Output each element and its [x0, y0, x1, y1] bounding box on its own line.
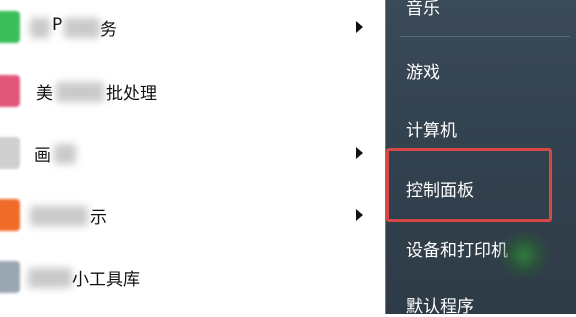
program-item-3[interactable]: 画	[0, 128, 385, 178]
program-app-icon	[0, 11, 20, 43]
blurred-text	[56, 82, 104, 102]
program-app-icon	[0, 75, 20, 107]
blurred-text	[64, 18, 100, 38]
program-app-icon	[0, 199, 20, 231]
program-item-4[interactable]: 示	[0, 190, 385, 240]
submenu-arrow-icon	[356, 209, 363, 221]
menu-item-default-programs[interactable]: 默认程序	[406, 292, 474, 317]
menu-item-devices-printers[interactable]: 设备和打印机	[406, 236, 508, 261]
program-label-suffix: 务	[100, 20, 117, 40]
program-item-5[interactable]: 小工具库	[0, 252, 385, 302]
programs-list: P 务 美 批处理 画 示 小工具库	[0, 0, 385, 314]
program-label-prefix: 画	[34, 146, 51, 166]
blurred-text	[54, 144, 76, 164]
submenu-arrow-icon	[356, 147, 363, 159]
control-panel-highlight-box	[386, 148, 552, 222]
menu-item-music[interactable]: 音乐	[406, 0, 440, 19]
program-label-prefix: 美	[36, 84, 53, 104]
blurred-text	[30, 18, 50, 38]
program-label-suffix: 批处理	[106, 84, 157, 104]
menu-item-computer[interactable]: 计算机	[406, 116, 457, 141]
program-item-1[interactable]: P 务	[0, 2, 385, 52]
program-label-part: P	[52, 15, 63, 35]
program-app-icon	[0, 137, 20, 169]
orb-glow	[497, 232, 551, 278]
submenu-arrow-icon	[356, 21, 363, 33]
program-label-suffix: 小工具库	[72, 270, 140, 290]
program-item-2[interactable]: 美 批处理	[0, 66, 385, 116]
program-app-icon	[0, 261, 20, 293]
program-label-suffix: 示	[90, 208, 107, 228]
blurred-text	[30, 206, 88, 226]
menu-separator	[400, 36, 570, 37]
blurred-text	[28, 268, 72, 288]
menu-item-games[interactable]: 游戏	[406, 58, 440, 83]
